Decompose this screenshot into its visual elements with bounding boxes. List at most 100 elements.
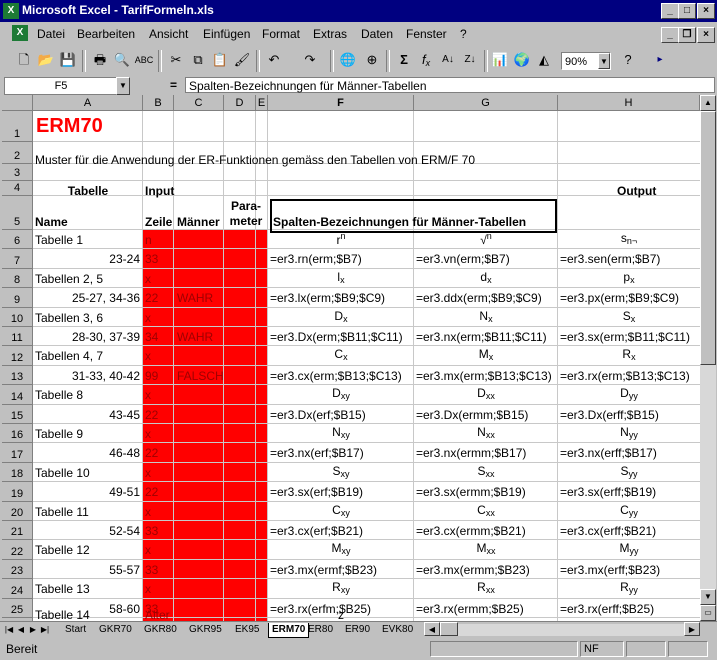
row-header[interactable]: 23 [2, 559, 33, 580]
undo-icon[interactable]: ↶ [264, 50, 284, 70]
row-header[interactable]: 21 [2, 521, 33, 541]
row-header[interactable]: 2 [2, 142, 33, 164]
formula-g[interactable]: =er3.cx(ermm;$B21) [416, 524, 526, 538]
output-symbol-h[interactable]: Nyy [558, 425, 700, 440]
table-name[interactable]: Tabelle 12 [35, 543, 90, 557]
map-icon[interactable]: 🌍 [512, 50, 532, 70]
menu-extras[interactable]: Extras [313, 27, 347, 41]
format-painter-icon[interactable]: 🖌 [232, 50, 252, 70]
doc-restore-button[interactable]: ❐ [678, 27, 696, 43]
row-header[interactable]: 13 [2, 365, 33, 386]
output-symbol-f[interactable]: Sxy [268, 464, 414, 479]
output-symbol-g[interactable]: Rxx [414, 580, 558, 595]
next-sheet-icon[interactable]: ▶ [28, 624, 38, 636]
output-symbol-g[interactable]: Mx [414, 347, 558, 362]
last-sheet-icon[interactable]: ▶| [40, 624, 50, 636]
row-header[interactable]: 20 [2, 501, 33, 521]
zeile-label[interactable]: x [145, 311, 151, 325]
formula-f[interactable]: =er3.sx(erf;$B19) [270, 485, 363, 499]
table-range[interactable]: 49-51 [33, 485, 140, 499]
formula-g[interactable]: =er3.mx(erm;$B13;$C13) [416, 369, 552, 383]
row-header[interactable]: 12 [2, 346, 33, 366]
sheet-tab-start[interactable]: Start [62, 623, 89, 637]
zeile-label[interactable]: n [145, 233, 152, 247]
column-header-c[interactable]: C [174, 95, 224, 111]
output-symbol-f[interactable]: Nxy [268, 425, 414, 440]
row-header[interactable]: 14 [2, 385, 33, 405]
doc-minimize-button[interactable]: _ [661, 27, 679, 43]
column-header-e[interactable]: E [256, 95, 268, 111]
header-output[interactable]: Output [617, 184, 656, 198]
selected-cell-f5[interactable]: Spalten-Bezeichnungen für Männer-Tabelle… [270, 199, 557, 233]
row-header[interactable]: 18 [2, 462, 33, 483]
row-header[interactable]: 3 [2, 164, 33, 181]
formula-f[interactable]: =er3.nx(erf;$B17) [270, 446, 364, 460]
menu-fenster[interactable]: Fenster [406, 27, 447, 41]
zeile-value[interactable]: 99 [145, 369, 158, 383]
sheet-tab-evk80[interactable]: EVK80 [379, 623, 416, 637]
zeile-label[interactable]: x [145, 388, 151, 402]
print-icon[interactable]: 🖶 [90, 50, 110, 70]
minimize-button[interactable]: _ [661, 3, 679, 19]
maximize-button[interactable]: □ [678, 3, 696, 19]
scroll-right-icon[interactable]: ▶ [684, 622, 700, 636]
row-header[interactable]: 7 [2, 249, 33, 269]
sheet-tab-er90[interactable]: ER90 [342, 623, 373, 637]
save-icon[interactable]: 💾 [58, 50, 78, 70]
formula-f[interactable]: =er3.cx(erm;$B13;$C13) [270, 369, 402, 383]
row-header[interactable]: 25 [2, 598, 33, 618]
row26-name[interactable]: Tabelle 14 [35, 608, 90, 621]
menu-help[interactable]: ? [460, 27, 467, 41]
output-symbol-h[interactable]: Myy [558, 541, 700, 556]
sheet-subtitle[interactable]: Muster für die Anwendung der ER-Funktion… [35, 153, 475, 167]
row-header[interactable]: 16 [2, 424, 33, 444]
table-range[interactable]: 25-27, 34-36 [33, 291, 140, 305]
row26-zeile[interactable]: Alter [145, 608, 170, 621]
formula-f[interactable]: =er3.Dx(erm;$B11;$C11) [270, 330, 403, 344]
document-icon[interactable]: X [12, 25, 28, 41]
column-header-f[interactable]: F [268, 95, 414, 111]
output-symbol-h[interactable]: sn¬ [558, 231, 700, 246]
maenner-value[interactable]: WAHR [177, 330, 213, 344]
zeile-value[interactable]: 33 [145, 563, 158, 577]
zeile-label[interactable]: x [145, 427, 151, 441]
formula-g[interactable]: =er3.Dx(ermm;$B15) [416, 408, 528, 422]
formula-g[interactable]: =er3.nx(erm;$B11;$C11) [416, 330, 547, 344]
table-range[interactable]: 55-57 [33, 563, 140, 577]
table-name[interactable]: Tabellen 2, 5 [35, 272, 103, 286]
zeile-label[interactable]: x [145, 543, 151, 557]
row-header[interactable]: 17 [2, 443, 33, 463]
worksheet-grid[interactable]: A B C D E F G H 1 2 3 4 5 6 7 8 9 10 11 12 13 14 15 16 1… [2, 95, 700, 621]
column-header-b[interactable]: B [143, 95, 174, 111]
equals-icon[interactable]: = [170, 78, 177, 92]
sort-descending-icon[interactable]: Z↓ [460, 50, 480, 70]
output-symbol-g[interactable]: Nx [414, 309, 558, 324]
output-symbol-h[interactable]: Dyy [558, 386, 700, 401]
formula-g[interactable]: =er3.vn(erm;$B7) [416, 252, 510, 266]
sheet-tab-gkr80[interactable]: GKR80 [141, 623, 180, 637]
output-symbol-f[interactable]: rn [268, 231, 414, 247]
output-symbol-f[interactable]: Cxy [268, 503, 414, 518]
zoom-dropdown-icon[interactable]: ▼ [598, 53, 610, 69]
header-tabelle[interactable]: Tabelle [33, 184, 143, 198]
sheet-tab-erm70[interactable]: ERM70 [268, 623, 310, 638]
table-name[interactable]: Tabellen 3, 6 [35, 311, 103, 325]
sheet-tab-gkr70[interactable]: GKR70 [96, 623, 135, 637]
formula-h[interactable]: =er3.nx(erff;$B17) [560, 446, 657, 460]
row-header[interactable]: 5 [2, 196, 33, 230]
table-name[interactable]: Tabelle 11 [35, 505, 89, 519]
menu-datei[interactable]: Datei [37, 27, 65, 41]
new-icon[interactable]: 🗋 [14, 50, 34, 70]
table-name[interactable]: Tabelle 13 [35, 582, 90, 596]
menu-einfuegen[interactable]: Einfügen [203, 27, 250, 41]
table-range[interactable]: 43-45 [33, 408, 140, 422]
row-header[interactable]: 9 [2, 288, 33, 308]
scroll-up-icon[interactable]: ▲ [700, 95, 716, 111]
row-header[interactable]: 10 [2, 307, 33, 327]
formula-f[interactable]: =er3.lx(erm;$B9;$C9) [270, 291, 385, 305]
table-range[interactable]: 52-54 [33, 524, 140, 538]
output-symbol-h[interactable]: Sx [558, 309, 700, 324]
column-header-g[interactable]: G [414, 95, 558, 111]
zeile-label[interactable]: x [145, 505, 151, 519]
row26-f[interactable]: z [268, 608, 414, 621]
